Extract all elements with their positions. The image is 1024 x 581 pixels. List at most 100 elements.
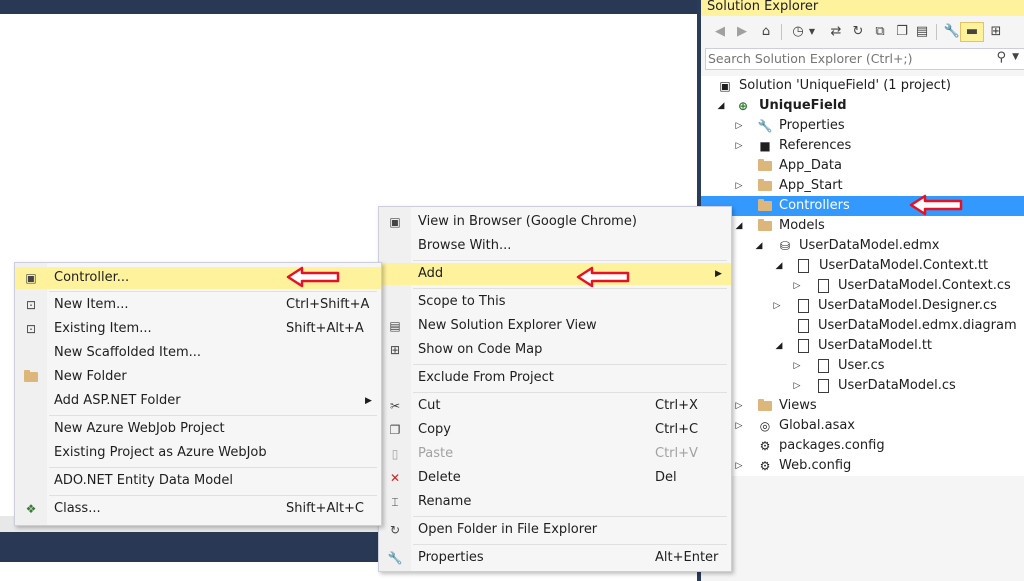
collapse-all-icon[interactable]: ⧉	[869, 22, 891, 42]
collapsed-arrow-icon[interactable]: ▷	[733, 176, 745, 196]
tree-item-models[interactable]: ◢ Models	[701, 216, 1024, 236]
folder-icon	[757, 198, 773, 214]
annotation-arrow-icon	[909, 194, 963, 216]
add-submenu: ▣ Controller... ⊡ New Item... Ctrl+Shift…	[14, 262, 382, 526]
solution-explorer-search[interactable]: ⚲ ▼	[705, 48, 1024, 70]
menu-item-add[interactable]: Add ▶	[379, 263, 731, 285]
menu-item-new-scaffolded-item[interactable]: New Scaffolded Item...	[15, 342, 381, 364]
forward-icon[interactable]: ▶	[731, 22, 753, 42]
show-all-files-icon[interactable]: ▤	[911, 22, 933, 42]
collapsed-arrow-icon[interactable]: ▷	[791, 276, 803, 296]
menu-icon-gutter	[379, 207, 411, 571]
tree-item-references[interactable]: ▷ ■ References	[701, 136, 1024, 156]
menu-separator	[49, 495, 377, 496]
scissors-icon: ✂	[389, 399, 401, 413]
expanded-arrow-icon[interactable]: ◢	[773, 256, 785, 276]
back-icon[interactable]: ◀	[709, 22, 731, 42]
config-file-icon: ⚙	[759, 459, 771, 473]
menu-item-properties[interactable]: 🔧 Properties Alt+Enter	[379, 547, 731, 569]
tree-item-global-asax[interactable]: ▷ ◎ Global.asax	[701, 416, 1024, 436]
search-input[interactable]	[708, 50, 978, 67]
menu-item-new-solution-explorer-view[interactable]: ▤ New Solution Explorer View	[379, 315, 731, 337]
rename-icon: ⌶	[391, 495, 399, 509]
collapsed-arrow-icon[interactable]: ▷	[733, 416, 745, 436]
csharp-file-icon	[815, 278, 831, 294]
tree-item-solution[interactable]: ▣ Solution 'UniqueField' (1 project)	[701, 76, 1024, 96]
menu-separator	[413, 260, 727, 261]
tree-item-web-config[interactable]: ▷ ⚙ Web.config	[701, 456, 1024, 476]
csharp-file-icon	[815, 358, 831, 374]
tree-item-diagram[interactable]: UserDataModel.edmx.diagram	[701, 316, 1024, 336]
wrench-icon: 🔧	[387, 551, 403, 565]
project-context-menu: ▣ View in Browser (Google Chrome) Browse…	[378, 206, 732, 572]
solution-explorer-title: Solution Explorer	[707, 0, 819, 14]
collapsed-arrow-icon[interactable]: ▷	[733, 396, 745, 416]
pin-icon[interactable]: ▬	[960, 22, 984, 42]
collapsed-arrow-icon[interactable]: ▷	[733, 136, 745, 156]
globe-file-icon: ◎	[759, 419, 771, 433]
menu-item-class[interactable]: ❖ Class... Shift+Alt+C	[15, 498, 381, 520]
menu-separator	[413, 288, 727, 289]
collapsed-arrow-icon[interactable]: ▷	[791, 356, 803, 376]
menu-item-open-folder[interactable]: ↻ Open Folder in File Explorer	[379, 519, 731, 541]
tree-item-model-tt[interactable]: ◢ UserDataModel.tt	[701, 336, 1024, 356]
collapsed-arrow-icon[interactable]: ▷	[771, 296, 783, 316]
menu-item-new-item[interactable]: ⊡ New Item... Ctrl+Shift+A	[15, 294, 381, 316]
tree-item-controllers[interactable]: Controllers	[701, 196, 1024, 216]
tree-item-views[interactable]: ▷ Views	[701, 396, 1024, 416]
edmx-file-icon: ⛁	[779, 239, 791, 253]
tree-item-edmx[interactable]: ◢ ⛁ UserDataModel.edmx	[701, 236, 1024, 256]
menu-item-scope-to-this[interactable]: Scope to This	[379, 291, 731, 313]
tree-item-packages-config[interactable]: ⚙ packages.config	[701, 436, 1024, 456]
tree-item-user-cs[interactable]: ▷ User.cs	[701, 356, 1024, 376]
collapsed-arrow-icon[interactable]: ▷	[733, 116, 745, 136]
expanded-arrow-icon[interactable]: ◢	[753, 236, 765, 256]
menu-item-cut[interactable]: ✂ Cut Ctrl+X	[379, 395, 731, 417]
copy-icon[interactable]: ❐	[891, 22, 913, 42]
menu-item-existing-project-as-azure-webjob[interactable]: Existing Project as Azure WebJob	[15, 442, 381, 464]
expanded-arrow-icon[interactable]: ◢	[733, 216, 745, 236]
tree-item-properties[interactable]: ▷ 🔧 Properties	[701, 116, 1024, 136]
annotation-arrow-icon	[576, 266, 630, 288]
search-icon[interactable]: ⚲	[996, 50, 1006, 65]
expanded-arrow-icon[interactable]: ◢	[773, 336, 785, 356]
expanded-arrow-icon[interactable]: ◢	[715, 96, 727, 116]
wrench-icon: 🔧	[757, 119, 773, 133]
menu-item-new-folder[interactable]: New Folder	[15, 366, 381, 388]
sync-icon[interactable]: ⇄	[825, 22, 847, 42]
tree-item-app-start[interactable]: ▷ App_Start	[701, 176, 1024, 196]
menu-item-delete[interactable]: ✕ Delete Del	[379, 467, 731, 489]
tree-item-project[interactable]: ◢ ⊕ UniqueField	[701, 96, 1024, 116]
tree-item-app-data[interactable]: App_Data	[701, 156, 1024, 176]
menu-item-copy[interactable]: ❐ Copy Ctrl+C	[379, 419, 731, 441]
collapsed-arrow-icon[interactable]: ▷	[791, 376, 803, 396]
refresh-icon[interactable]: ↻	[847, 22, 869, 42]
tree-item-context-tt[interactable]: ◢ UserDataModel.Context.tt	[701, 256, 1024, 276]
class-view-icon[interactable]: ⊞	[985, 22, 1007, 42]
solution-explorer-title-bar: Solution Explorer	[701, 0, 1024, 16]
menu-item-exclude-from-project[interactable]: Exclude From Project	[379, 367, 731, 389]
menu-item-existing-item[interactable]: ⊡ Existing Item... Shift+Alt+A	[15, 318, 381, 340]
references-icon: ■	[759, 139, 771, 153]
menu-item-rename[interactable]: ⌶ Rename	[379, 491, 731, 513]
menu-item-browse-with[interactable]: Browse With...	[379, 235, 731, 257]
collapsed-arrow-icon[interactable]: ▷	[733, 456, 745, 476]
browser-icon: ▣	[389, 215, 401, 229]
tree-item-context-cs[interactable]: ▷ UserDataModel.Context.cs	[701, 276, 1024, 296]
menu-item-ado-net-entity-data-model[interactable]: ADO.NET Entity Data Model	[15, 470, 381, 492]
diagram-file-icon	[795, 318, 811, 334]
menu-item-view-in-browser[interactable]: ▣ View in Browser (Google Chrome)	[379, 211, 731, 233]
menu-item-new-azure-webjob-project[interactable]: New Azure WebJob Project	[15, 418, 381, 440]
tree-item-designer-cs[interactable]: ▷ UserDataModel.Designer.cs	[701, 296, 1024, 316]
tree-item-model-cs[interactable]: ▷ UserDataModel.cs	[701, 376, 1024, 396]
dropdown-icon[interactable]: ▼	[805, 22, 819, 42]
submenu-arrow-icon: ▶	[715, 269, 722, 279]
search-options-chevron-icon[interactable]: ▼	[1012, 52, 1019, 62]
menu-item-paste[interactable]: ▯ Paste Ctrl+V	[379, 443, 731, 465]
delete-x-icon: ✕	[389, 471, 401, 485]
menu-item-show-on-code-map[interactable]: ⊞ Show on Code Map	[379, 339, 731, 361]
menu-separator	[49, 291, 377, 292]
solution-icon: ▣	[719, 79, 731, 93]
home-icon[interactable]: ⌂	[755, 22, 777, 42]
menu-item-add-aspnet-folder[interactable]: Add ASP.NET Folder ▶	[15, 390, 381, 412]
